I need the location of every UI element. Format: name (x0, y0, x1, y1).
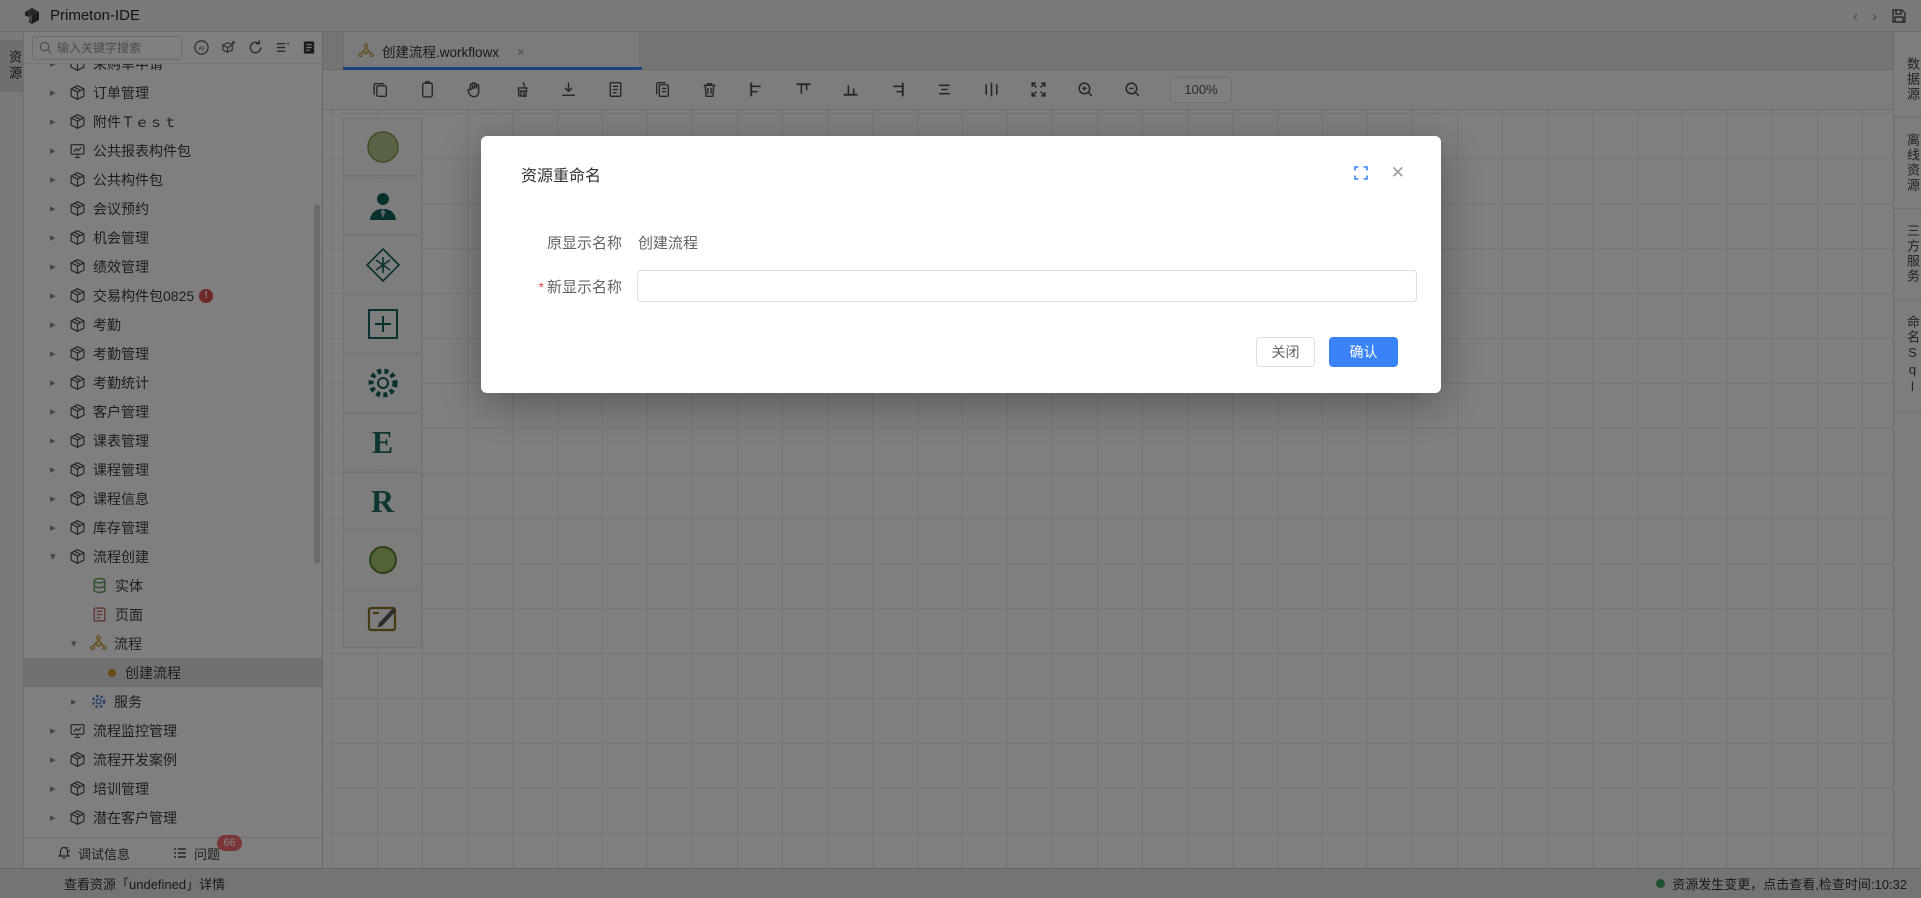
old-name-value: 创建流程 (638, 232, 698, 253)
rename-resource-dialog: 资源重命名 ✕ 原显示名称 创建流程 *新显示名称 关闭 确认 (481, 136, 1441, 393)
close-button[interactable]: 关闭 (1256, 337, 1315, 367)
close-icon[interactable]: ✕ (1391, 164, 1405, 181)
new-name-input[interactable] (637, 270, 1417, 302)
confirm-button[interactable]: 确认 (1329, 337, 1398, 367)
old-name-label: 原显示名称 (481, 232, 622, 253)
old-name-row: 原显示名称 创建流程 (481, 232, 1441, 253)
new-name-row: *新显示名称 (481, 270, 1441, 302)
modal-overlay (0, 0, 1921, 898)
primeton-ide-window: Primeton-IDE ‹ › 资源 AI (0, 0, 1921, 898)
new-name-label: *新显示名称 (481, 276, 622, 297)
required-asterisk: * (539, 279, 544, 295)
dialog-title: 资源重命名 (521, 162, 601, 186)
fullscreen-icon[interactable] (1353, 165, 1369, 181)
